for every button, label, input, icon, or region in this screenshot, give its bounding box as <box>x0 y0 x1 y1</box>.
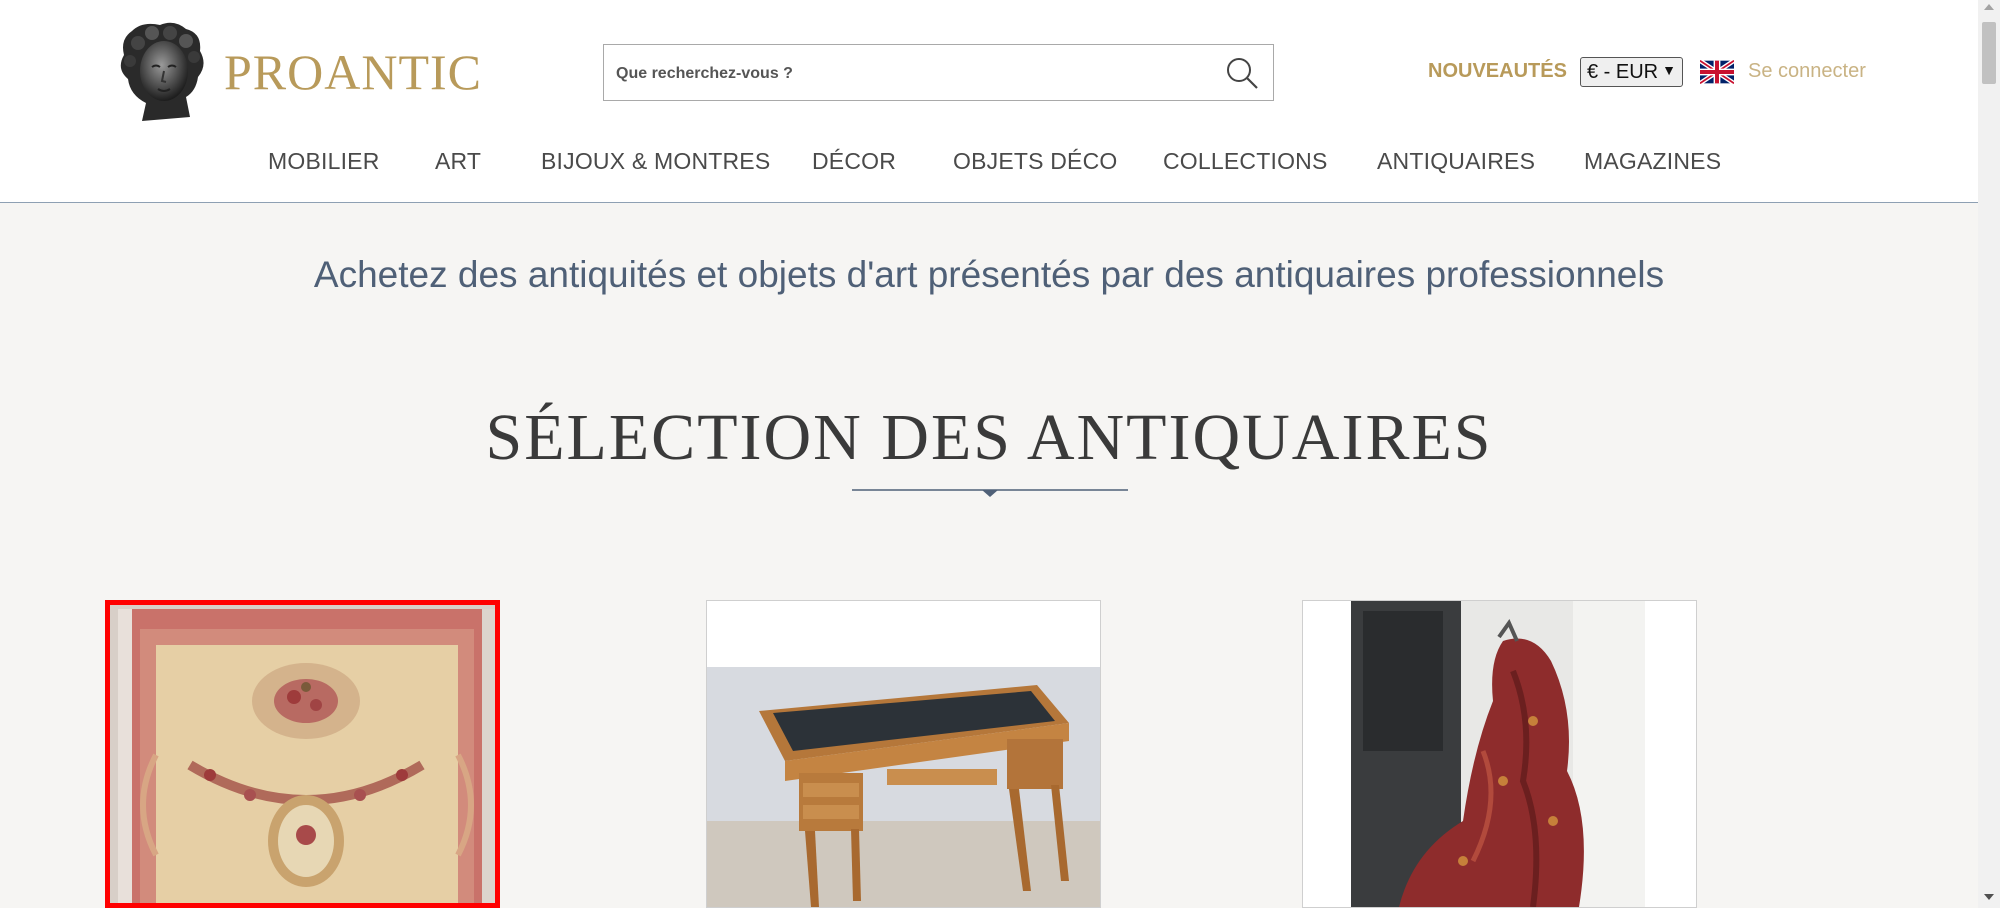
site-header: PROANTIC NOUVEAUTÉS € - EUR ▼ Se connect… <box>0 0 1978 203</box>
nouveautes-link[interactable]: NOUVEAUTÉS <box>1428 60 1567 83</box>
nav-item-decor[interactable]: DÉCOR <box>812 148 896 175</box>
nav-item-antiquaires[interactable]: ANTIQUAIRES <box>1377 148 1535 175</box>
product-card-desk[interactable] <box>706 600 1101 908</box>
title-divider <box>852 489 1128 497</box>
scrollbar-down-arrow[interactable] <box>1984 894 1994 900</box>
nav-item-objets-deco[interactable]: OBJETS DÉCO <box>953 148 1118 175</box>
nav-item-mobilier[interactable]: MOBILIER <box>268 148 380 175</box>
scrollbar-thumb[interactable] <box>1982 22 1996 84</box>
search-input[interactable] <box>614 45 1218 102</box>
logo[interactable]: PROANTIC <box>112 20 482 124</box>
bust-logo-icon <box>120 22 204 121</box>
brand-name: PROANTIC <box>224 44 483 100</box>
search-box <box>603 44 1274 102</box>
desk-image <box>707 601 1100 907</box>
nav-item-collections[interactable]: COLLECTIONS <box>1163 148 1328 175</box>
product-card-textile[interactable] <box>1302 600 1697 908</box>
currency-value: € - EUR <box>1587 60 1659 83</box>
nav-item-bijoux-montres[interactable]: BIJOUX & MONTRES <box>541 148 770 175</box>
section-title: SÉLECTION DES ANTIQUAIRES <box>485 401 1493 474</box>
search-icon[interactable] <box>1225 56 1259 90</box>
uk-flag-icon[interactable] <box>1700 60 1734 84</box>
login-link[interactable]: Se connecter <box>1748 60 1866 83</box>
textile-image <box>1303 601 1696 907</box>
scrollbar[interactable] <box>1978 0 2000 908</box>
rug-image <box>110 605 495 903</box>
scrollbar-up-arrow[interactable] <box>1984 4 1994 10</box>
main-nav: MOBILIER ART BIJOUX & MONTRES DÉCOR OBJE… <box>0 148 1978 178</box>
product-card-rug[interactable] <box>105 600 500 908</box>
nav-item-art[interactable]: ART <box>435 148 481 175</box>
nav-item-magazines[interactable]: MAGAZINES <box>1584 148 1721 175</box>
chevron-down-icon: ▼ <box>1662 62 1676 78</box>
tagline: Achetez des antiquités et objets d'art p… <box>313 254 1665 295</box>
currency-select[interactable]: € - EUR ▼ <box>1580 57 1683 87</box>
